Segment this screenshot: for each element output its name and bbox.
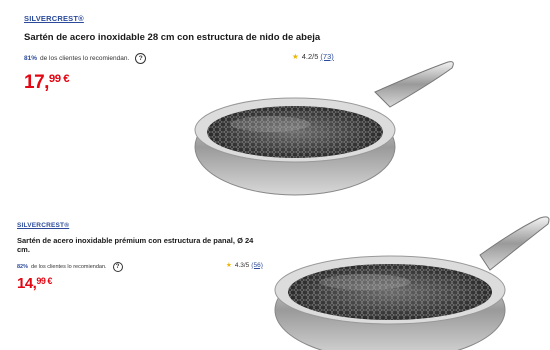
price-cents: 99 € [36,275,52,286]
star-icon: ★ [226,262,232,269]
rating-value: 4.3/5 [234,261,250,269]
price-cents: 99 € [48,73,70,86]
product-title[interactable]: Sartén de acero inoxidable 28 cm con est… [24,32,324,44]
help-icon[interactable]: ? [135,53,147,64]
brand-link[interactable]: SILVERCREST® [17,222,69,229]
price: 14,99 € [17,275,52,292]
brand-link[interactable]: SILVERCREST® [24,14,84,23]
recommend-percent: 82% [17,264,29,270]
product-title[interactable]: Sartén de acero inoxidable prémium con e… [17,236,267,255]
price-main: 14, [17,275,37,292]
price: 17,99 € [24,72,70,94]
frying-pan-image[interactable] [260,170,550,350]
recommendation: 81% de los clientes lo recomiendan. ? [24,53,147,64]
recommend-text: de los clientes lo recomiendan. [31,264,107,270]
recommend-percent: 81% [24,55,38,62]
rating: ★ 4.3/5 (56) [226,261,263,270]
product-card[interactable]: SILVERCREST® Sartén de acero inoxidable … [0,210,550,350]
recommendation: 82% de los clientes lo recomiendan. ? [17,262,123,272]
price-main: 17, [24,72,49,93]
help-icon[interactable]: ? [112,262,123,272]
recommend-text: de los clientes lo recomiendan. [40,55,130,62]
